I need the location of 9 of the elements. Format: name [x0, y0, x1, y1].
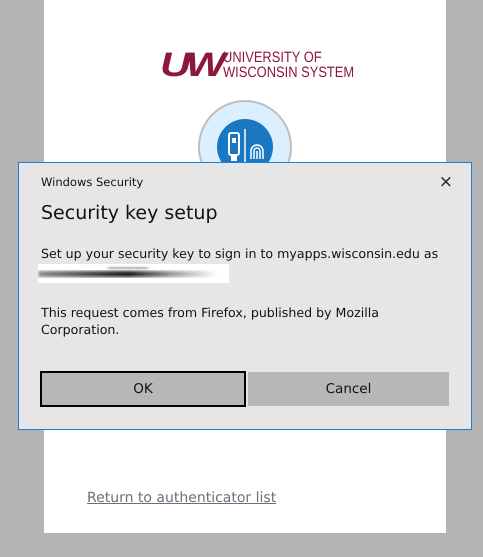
- return-link[interactable]: Return to authenticator list: [87, 490, 276, 506]
- dialog-heading: Security key setup: [41, 202, 219, 224]
- dialog-note: This request comes from Firefox, published by Mozilla Corporation.: [41, 304, 380, 338]
- window-title: Windows Security: [41, 175, 144, 189]
- dialog-message: Set up your security key to sign in to myapps.wisconsin.edu as: [41, 245, 440, 262]
- dialog-button[interactable]: Cancel: [248, 372, 449, 406]
- close-button[interactable]: ×: [434, 172, 457, 192]
- logo-text: UNIVERSITY OF WISCONSIN SYSTEM: [223, 50, 354, 80]
- dialog-button[interactable]: OK: [40, 371, 246, 407]
